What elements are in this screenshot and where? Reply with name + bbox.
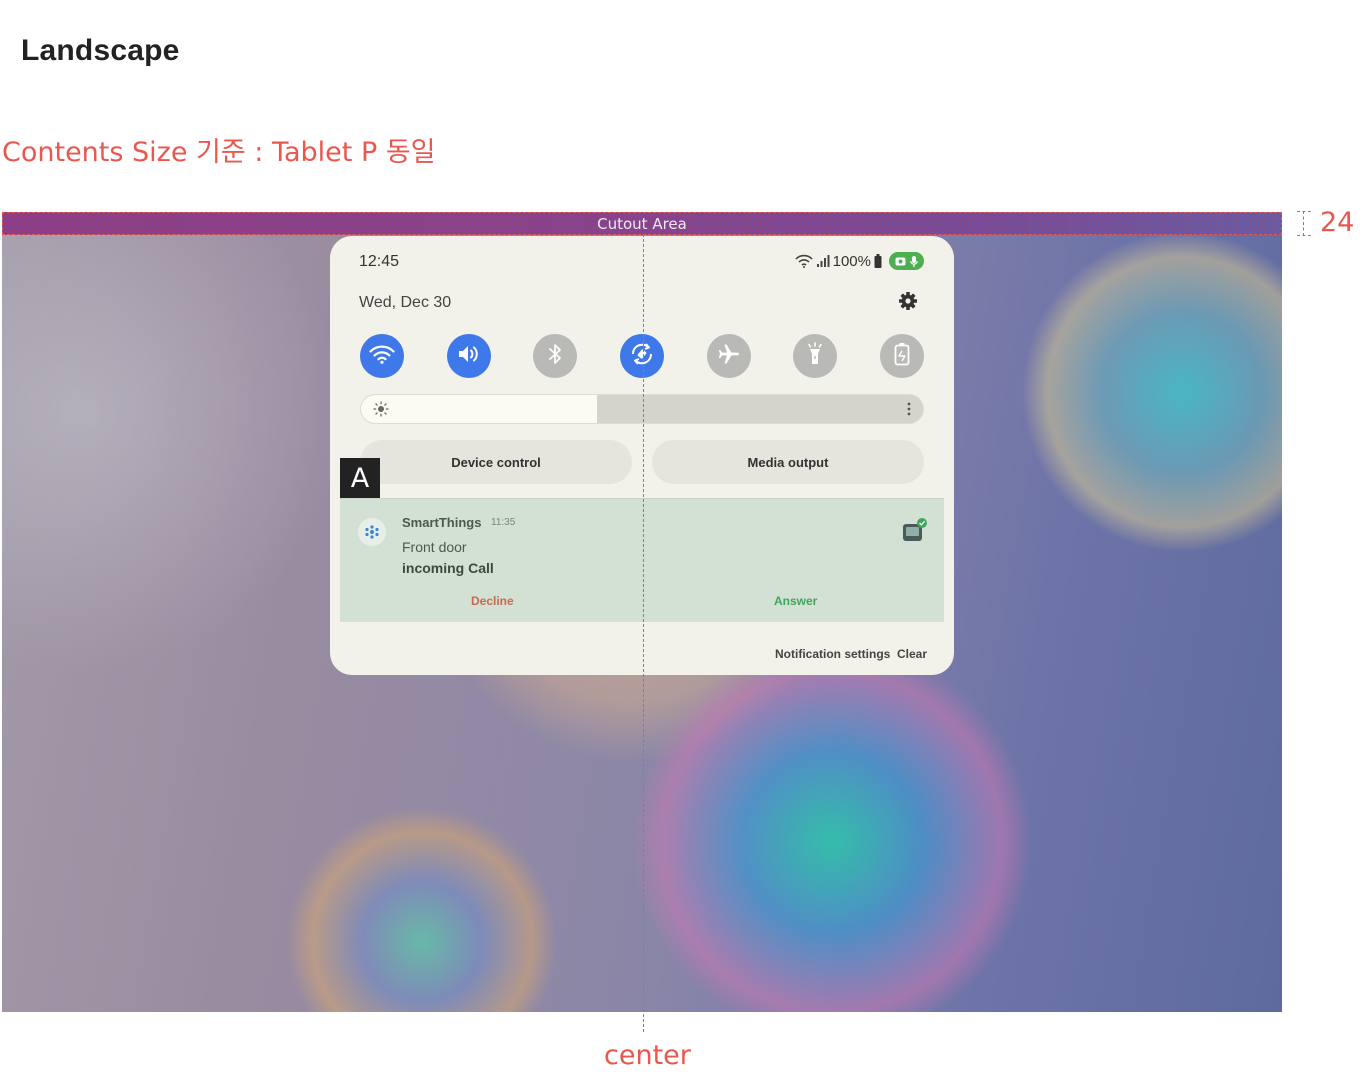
- wifi-icon: [795, 254, 813, 268]
- settings-icon[interactable]: [898, 291, 918, 311]
- cutout-height-label: 24: [1320, 207, 1355, 238]
- battery-percent: 100%: [832, 252, 871, 270]
- status-icons: 100%: [795, 252, 924, 270]
- toggle-bluetooth[interactable]: [533, 334, 577, 378]
- wifi-icon: [369, 344, 395, 369]
- clear-button[interactable]: Clear: [897, 647, 927, 661]
- page-title: Landscape: [21, 34, 180, 67]
- flashlight-icon: [805, 341, 825, 371]
- toggle-wifi[interactable]: [360, 334, 404, 378]
- smartthings-icon: [358, 518, 386, 546]
- notification-app-name: SmartThings: [402, 515, 482, 530]
- airplane-icon: [717, 342, 741, 371]
- signal-icon: [816, 254, 830, 268]
- auto-rotate-icon: [629, 341, 655, 372]
- quick-panel: 12:45 Wed, Dec 30 100% Device control Me…: [330, 236, 954, 675]
- notification-settings-link[interactable]: Notification settings: [775, 647, 890, 661]
- page-subtitle: Contents Size 기준 : Tablet P 동일: [2, 137, 436, 168]
- sound-icon: [457, 344, 481, 369]
- cutout-area-label: Cutout Area: [597, 215, 687, 233]
- battery-icon: [874, 254, 882, 268]
- camera-icon: [895, 256, 906, 266]
- decline-button[interactable]: Decline: [471, 594, 514, 608]
- brightness-fill: [361, 395, 598, 423]
- notification-card[interactable]: SmartThings 11:35 Front door incoming Ca…: [340, 498, 944, 622]
- notification-title: Front door: [402, 539, 467, 555]
- power-saving-icon: [894, 342, 910, 371]
- toggle-airplane[interactable]: [707, 334, 751, 378]
- toggle-sound[interactable]: [447, 334, 491, 378]
- cutout-area: Cutout Area: [2, 212, 1282, 235]
- center-label: center: [604, 1040, 691, 1071]
- notification-text: incoming Call: [402, 560, 494, 576]
- date: Wed, Dec 30: [359, 294, 452, 311]
- toggle-power-saving[interactable]: [880, 334, 924, 378]
- center-guide-line: [643, 234, 644, 1032]
- brightness-icon: [373, 401, 389, 422]
- device-control-button[interactable]: Device control: [360, 440, 632, 484]
- more-options-icon[interactable]: [907, 401, 911, 422]
- toggle-auto-rotate[interactable]: [620, 334, 664, 378]
- quick-toggles: [360, 334, 924, 378]
- doorbell-camera-icon: [902, 517, 928, 548]
- annotation-marker: A: [340, 458, 380, 498]
- toggle-flashlight[interactable]: [793, 334, 837, 378]
- brightness-slider[interactable]: [360, 394, 924, 424]
- media-output-button[interactable]: Media output: [652, 440, 924, 484]
- mic-icon: [910, 255, 918, 267]
- privacy-indicator[interactable]: [889, 252, 924, 270]
- answer-button[interactable]: Answer: [774, 594, 817, 608]
- clock: 12:45: [359, 253, 400, 270]
- cutout-height-dimension: [1297, 211, 1311, 236]
- notification-time: 11:35: [491, 517, 516, 528]
- bluetooth-icon: [548, 343, 562, 370]
